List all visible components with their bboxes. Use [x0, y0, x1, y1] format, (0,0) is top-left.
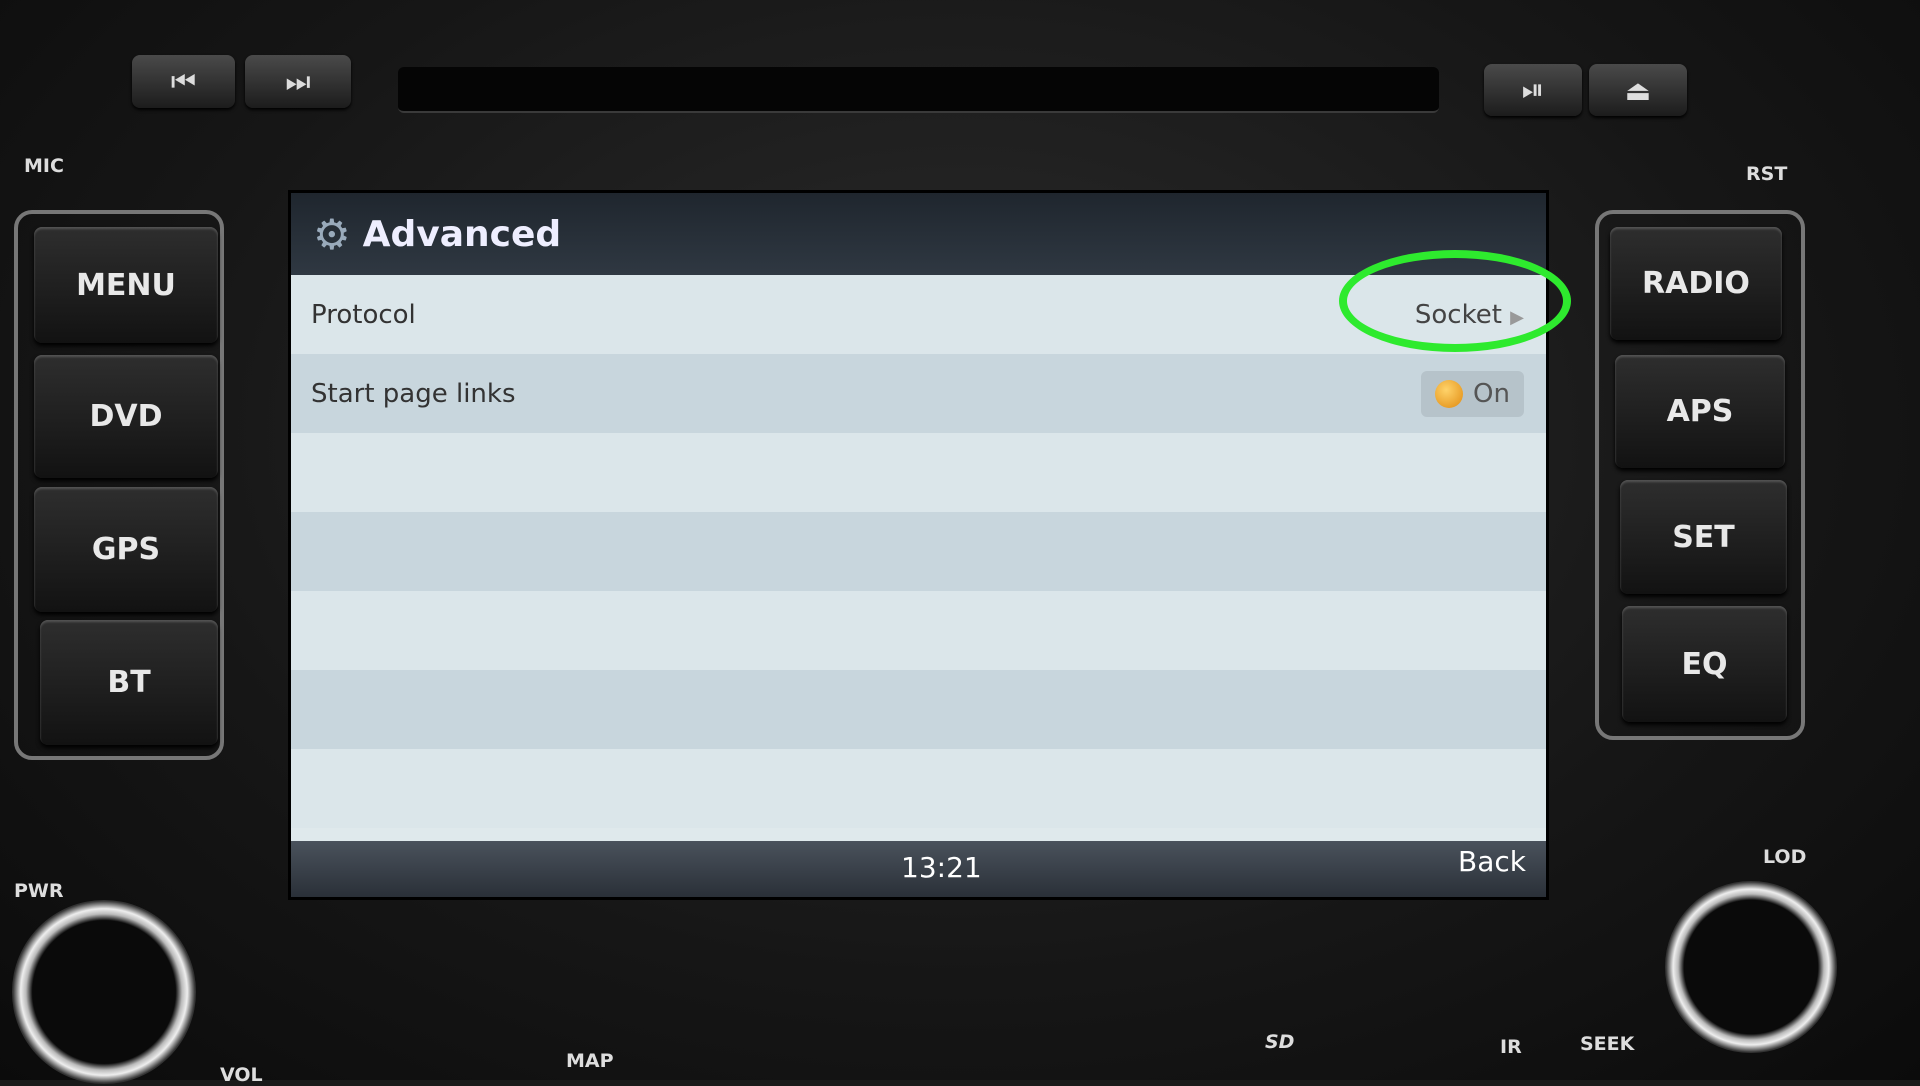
gear-icon: ⚙	[313, 209, 351, 259]
bt-button[interactable]: BT	[40, 620, 218, 745]
aps-button[interactable]: APS	[1615, 355, 1785, 468]
eject-icon: ⏏	[1624, 73, 1652, 107]
toggle-state: On	[1473, 378, 1510, 409]
vol-label: VOL	[220, 1064, 263, 1086]
radio-button[interactable]: RADIO	[1610, 227, 1782, 340]
ir-label: IR	[1500, 1036, 1522, 1058]
lod-label: LOD	[1763, 846, 1807, 868]
menu-button[interactable]: MENU	[34, 227, 218, 343]
next-icon: ⏭	[285, 64, 311, 98]
pwr-label: PWR	[14, 880, 64, 902]
dvd-button[interactable]: DVD	[34, 355, 218, 478]
set-button[interactable]: SET	[1620, 480, 1787, 594]
next-track-button[interactable]: ⏭	[245, 55, 351, 108]
seek-label: SEEK	[1580, 1033, 1635, 1055]
map-label: MAP	[566, 1050, 614, 1072]
rst-label: RST	[1746, 163, 1788, 185]
screen-footer: 13:21 Back	[291, 841, 1546, 897]
empty-row	[291, 433, 1546, 512]
screen-header: ⚙ Advanced	[291, 193, 1546, 275]
play-pause-button[interactable]: ⏯	[1484, 64, 1582, 116]
toggle-indicator-icon	[1435, 379, 1464, 408]
page-title: Advanced	[362, 213, 562, 255]
annotation-ellipse	[1339, 250, 1571, 352]
eject-button[interactable]: ⏏	[1589, 64, 1687, 116]
previous-icon: ⏮	[170, 64, 197, 98]
eq-button[interactable]: EQ	[1622, 606, 1787, 722]
setting-label: Start page links	[311, 378, 516, 409]
empty-row	[291, 512, 1546, 591]
gps-button[interactable]: GPS	[34, 487, 218, 612]
disc-slot	[398, 67, 1439, 113]
setting-row-start-page-links[interactable]: Start page links On	[291, 354, 1546, 433]
clock: 13:21	[901, 851, 982, 884]
setting-label: Protocol	[311, 299, 416, 330]
back-button[interactable]: Back	[1458, 845, 1526, 878]
empty-row	[291, 670, 1546, 749]
empty-row	[291, 591, 1546, 670]
sd-logo: SD	[1265, 1031, 1295, 1053]
previous-track-button[interactable]: ⏮	[132, 55, 235, 108]
mic-label: MIC	[24, 155, 64, 177]
start-page-links-toggle[interactable]: On	[1421, 370, 1524, 417]
volume-knob[interactable]	[12, 900, 196, 1084]
seek-knob[interactable]	[1665, 881, 1837, 1053]
play-pause-icon: ⏯	[1521, 73, 1545, 106]
empty-row	[291, 749, 1546, 828]
